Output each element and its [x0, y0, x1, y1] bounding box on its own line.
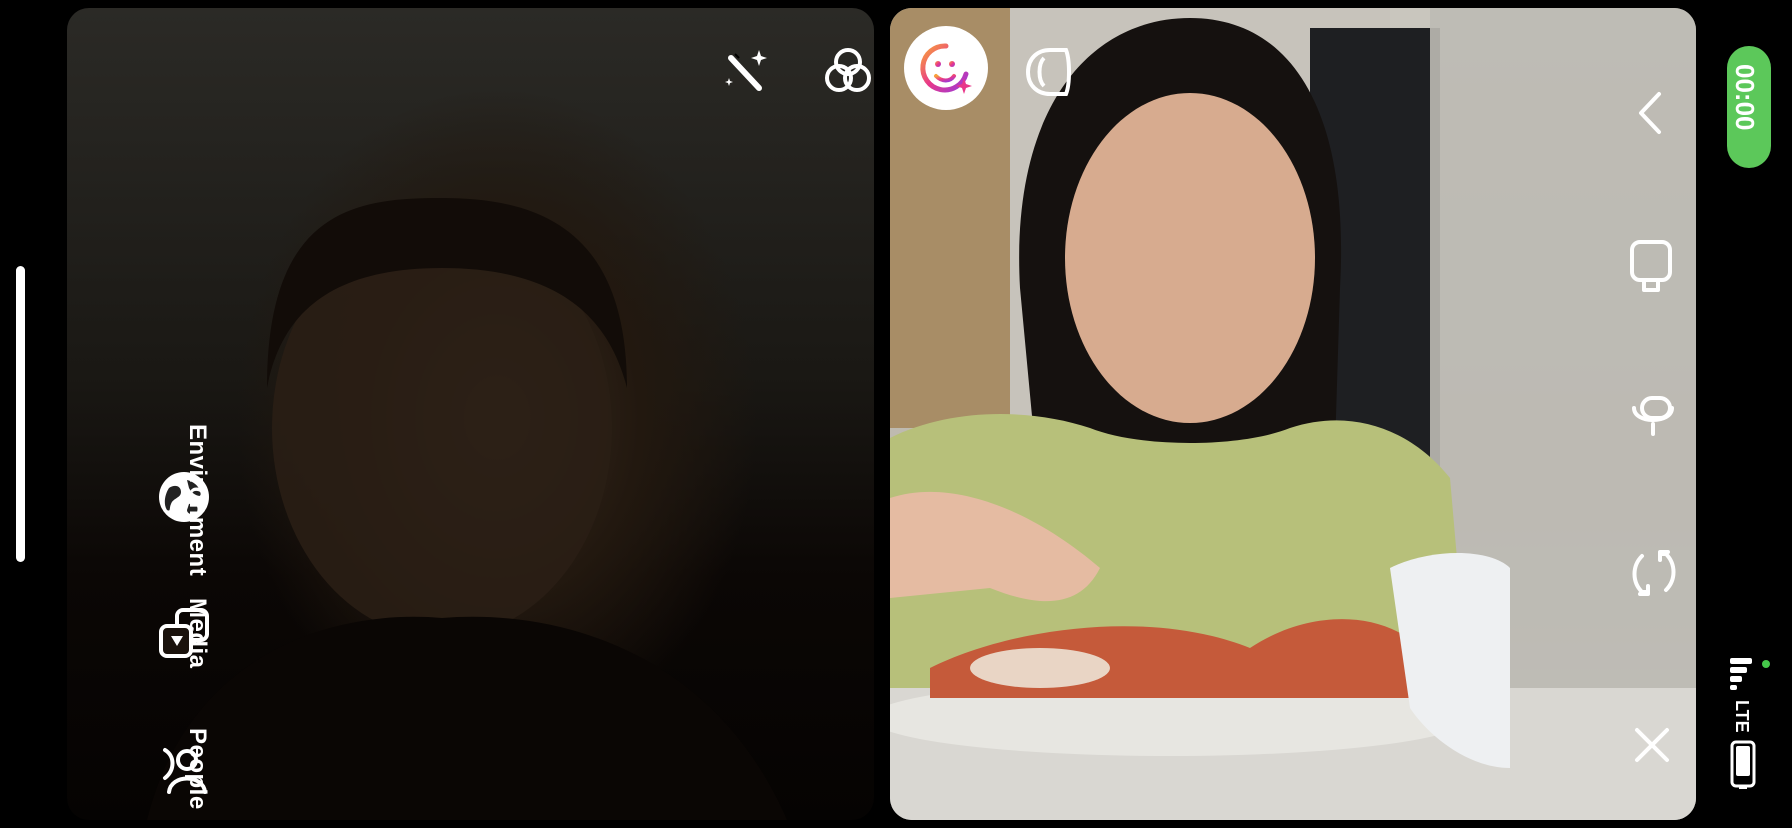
microphone-icon[interactable]	[1628, 394, 1678, 438]
filters-icon[interactable]	[821, 44, 874, 98]
people-label: People	[184, 728, 211, 810]
magic-wand-icon[interactable]	[719, 44, 771, 96]
face-effect-icon[interactable]	[1020, 44, 1076, 100]
network-type: LTE	[1732, 700, 1752, 733]
media-label: Media	[184, 598, 211, 669]
signal-icon	[1728, 656, 1754, 690]
camera-off-icon[interactable]	[1628, 238, 1674, 294]
remote-video-tile[interactable]	[890, 8, 1696, 820]
home-indicator[interactable]	[16, 266, 25, 562]
environment-label: Environment	[184, 424, 211, 577]
self-video-feed	[147, 198, 787, 820]
back-icon[interactable]	[1631, 88, 1671, 138]
end-call-icon[interactable]	[1631, 724, 1673, 766]
battery-icon	[1730, 740, 1756, 790]
self-video-tile[interactable]: Environment Media People	[67, 8, 874, 820]
remote-video-feed	[890, 8, 1696, 820]
flip-camera-icon[interactable]	[1628, 546, 1680, 600]
recording-dot-icon	[1762, 660, 1770, 668]
ai-effects-icon[interactable]	[904, 26, 988, 110]
call-timer: 00:00	[1730, 64, 1760, 131]
